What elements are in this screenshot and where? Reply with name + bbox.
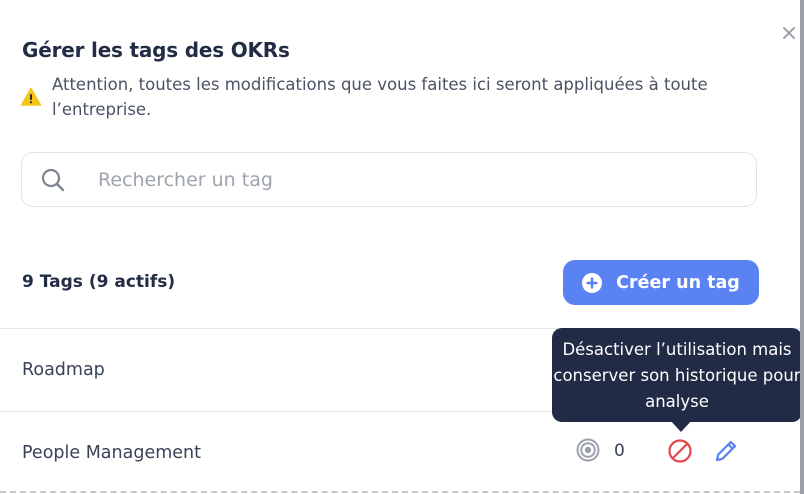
- warning-icon: [20, 87, 42, 106]
- target-icon: [576, 438, 600, 462]
- window-edge: [800, 0, 804, 494]
- warning-text: Attention, toutes les modifications que …: [52, 75, 708, 119]
- pencil-icon: [715, 440, 737, 462]
- tag-name: People Management: [22, 443, 201, 463]
- create-tag-label: Créer un tag: [616, 272, 740, 293]
- close-icon: [783, 27, 795, 39]
- edit-tag-button[interactable]: [713, 438, 739, 464]
- tag-count: 9 Tags (9 actifs): [22, 272, 176, 292]
- modal-title: Gérer les tags des OKRs: [22, 38, 290, 62]
- usage-count: 0: [614, 441, 625, 461]
- create-tag-button[interactable]: Créer un tag: [563, 260, 759, 305]
- search-icon: [41, 168, 65, 191]
- tooltip-arrow: [670, 420, 692, 432]
- close-button[interactable]: [778, 22, 800, 44]
- search-box[interactable]: [21, 152, 757, 207]
- deactivate-tooltip: Désactiver l’utilisation mais conserver …: [552, 328, 800, 422]
- bottom-edge: [0, 491, 800, 493]
- tag-name: Roadmap: [22, 360, 105, 380]
- ban-icon: [668, 439, 692, 463]
- warning-banner: Attention, toutes les modifications que …: [20, 72, 740, 122]
- plus-circle-icon: [582, 272, 603, 293]
- manage-tags-modal: Gérer les tags des OKRs Attention, toute…: [0, 0, 800, 494]
- search-input[interactable]: [96, 167, 700, 192]
- deactivate-tag-button[interactable]: [667, 438, 693, 464]
